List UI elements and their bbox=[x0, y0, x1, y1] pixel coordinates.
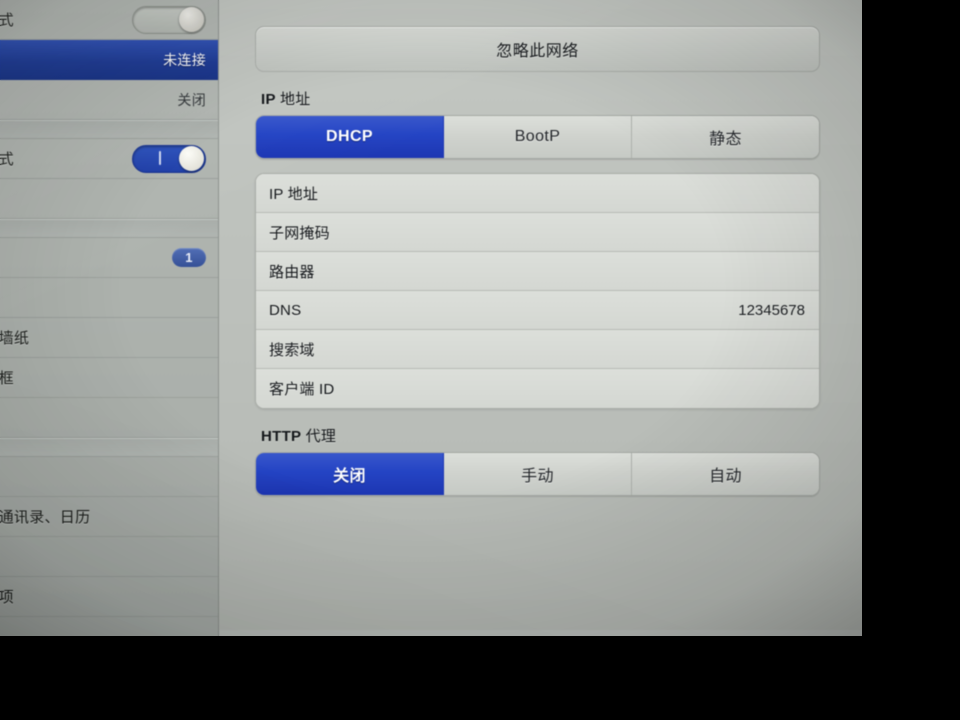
sidebar-item-11[interactable]: 件、通讯录、日历 bbox=[0, 497, 218, 537]
sidebar-item-10[interactable]: oud bbox=[0, 457, 218, 497]
ip-config-segment-2[interactable]: 静态 bbox=[632, 116, 819, 158]
sidebar-item-14[interactable]: 息 bbox=[0, 617, 218, 636]
toggle-knob[interactable] bbox=[179, 6, 204, 32]
toggle-knob[interactable] bbox=[179, 145, 204, 171]
table-row[interactable]: 客户端 ID bbox=[256, 369, 819, 408]
ip-config-segmented-control[interactable]: DHCP BootP 静态 bbox=[255, 115, 820, 159]
http-proxy-header-thin: 代理 bbox=[305, 428, 337, 445]
table-row-label-bold: IP bbox=[269, 185, 284, 203]
table-row-label-thin: 搜索域 bbox=[269, 341, 315, 359]
http-proxy-segment-1[interactable]: 手动 bbox=[444, 453, 632, 495]
ip-config-segment-label: BootP bbox=[514, 128, 561, 145]
toggle-switch-off[interactable] bbox=[132, 5, 206, 34]
sidebar-item-12[interactable]: 忘录 bbox=[0, 537, 218, 577]
http-proxy-segment-label: 自动 bbox=[709, 468, 742, 485]
table-row-label: 客户端 ID bbox=[269, 378, 334, 399]
ipad-settings-screen: 行模式 -Fi未连接牙关闭扰模式印用1音度与墙纸子相框么 oud 件、通讯录、日历忘录… bbox=[0, 0, 862, 636]
notification-badge: 1 bbox=[172, 248, 206, 267]
sidebar-item-1[interactable]: -Fi未连接 bbox=[0, 40, 218, 80]
ip-config-segment-label: DHCP bbox=[326, 128, 373, 145]
sidebar-item-4[interactable]: 印 bbox=[0, 179, 218, 219]
table-row-label: IP 地址 bbox=[269, 183, 318, 204]
sidebar-group-separator bbox=[0, 438, 218, 457]
ip-config-segment-1[interactable]: BootP bbox=[444, 116, 632, 158]
ip-config-segment-0[interactable]: DHCP bbox=[256, 116, 444, 158]
http-proxy-segment-label: 关闭 bbox=[333, 468, 366, 485]
http-proxy-segment-2[interactable]: 自动 bbox=[632, 453, 819, 495]
photographed-device-screen: 行模式 -Fi未连接牙关闭扰模式印用1音度与墙纸子相框么 oud 件、通讯录、日历忘录… bbox=[0, 0, 960, 720]
table-row[interactable]: 子网掩码 bbox=[256, 213, 819, 252]
table-row-label: 路由器 bbox=[269, 261, 315, 282]
table-row[interactable]: 搜索域 bbox=[256, 330, 819, 369]
forget-network-label: 忽略此网络 bbox=[496, 43, 579, 60]
table-row-value: 12345678 bbox=[738, 301, 805, 319]
ip-address-section-header: IP 地址 bbox=[261, 88, 820, 109]
ip-details-table[interactable]: IP 地址子网掩码路由器 DNS 12345678 搜索域客户端 ID bbox=[255, 173, 820, 409]
sidebar-item-2[interactable]: 牙关闭 bbox=[0, 80, 218, 120]
sidebar-item-7[interactable]: 度与墙纸 bbox=[0, 318, 218, 358]
sidebar-item-label: 醒事项 bbox=[0, 589, 14, 606]
table-row[interactable]: IP 地址 bbox=[256, 174, 819, 213]
forget-network-button[interactable]: 忽略此网络 bbox=[255, 26, 820, 72]
settings-sidebar[interactable]: 行模式 -Fi未连接牙关闭扰模式印用1音度与墙纸子相框么 oud 件、通讯录、日历忘录… bbox=[0, 0, 219, 636]
sidebar-item-6[interactable]: 音 bbox=[0, 278, 218, 318]
sidebar-item-label: 件、通讯录、日历 bbox=[0, 509, 91, 526]
sidebar-item-5[interactable]: 用1 bbox=[0, 238, 218, 278]
toggle-switch-on[interactable] bbox=[132, 144, 206, 173]
sidebar-item-label: 行模式 bbox=[0, 12, 14, 29]
table-row[interactable]: DNS 12345678 bbox=[256, 291, 819, 330]
table-row[interactable]: 路由器 bbox=[256, 252, 819, 291]
http-proxy-section-header: HTTP 代理 bbox=[261, 425, 820, 446]
table-row-label-trailing-bold: ID bbox=[318, 381, 335, 398]
sidebar-item-3[interactable]: 扰模式 bbox=[0, 139, 218, 179]
sidebar-item-9[interactable]: 么 bbox=[0, 398, 218, 438]
table-row-label: DNS bbox=[269, 302, 301, 319]
table-row-label-bold: DNS bbox=[269, 301, 302, 319]
http-proxy-segment-label: 手动 bbox=[521, 468, 554, 485]
sidebar-item-13[interactable]: 醒事项 bbox=[0, 577, 218, 617]
sidebar-item-label: 扰模式 bbox=[0, 151, 14, 168]
sidebar-item-0[interactable]: 行模式 bbox=[0, 0, 218, 40]
ip-address-header-thin: 地址 bbox=[279, 91, 311, 108]
http-proxy-segmented-control[interactable]: 关闭 手动 自动 bbox=[255, 452, 820, 496]
ip-config-segment-label: 静态 bbox=[709, 131, 742, 148]
sidebar-item-label: 度与墙纸 bbox=[0, 330, 30, 347]
table-row-label: 子网掩码 bbox=[269, 222, 330, 243]
table-row-label-thin: 地址 bbox=[283, 185, 319, 203]
table-row-label: 搜索域 bbox=[269, 339, 315, 360]
sidebar-item-value: 关闭 bbox=[177, 91, 206, 108]
http-proxy-header-bold: HTTP bbox=[261, 428, 302, 445]
table-row-label-thin: 路由器 bbox=[269, 263, 315, 281]
sidebar-item-value: 未连接 bbox=[163, 51, 206, 68]
sidebar-group-separator bbox=[0, 120, 218, 139]
toggle-on-mark bbox=[159, 150, 161, 165]
sidebar-item-8[interactable]: 子相框 bbox=[0, 358, 218, 398]
table-row-label-thin: 客户端 bbox=[269, 381, 319, 398]
ip-address-header-bold: IP bbox=[261, 91, 276, 108]
wifi-network-detail-panel: 忽略此网络 IP 地址 DHCP BootP 静态 IP 地址子网掩码路由器 DNS 1… bbox=[219, 0, 862, 630]
http-proxy-segment-0[interactable]: 关闭 bbox=[256, 453, 444, 495]
sidebar-item-label: 子相框 bbox=[0, 370, 14, 387]
table-row-label-thin: 子网掩码 bbox=[269, 224, 330, 242]
sidebar-group-separator bbox=[0, 219, 218, 238]
